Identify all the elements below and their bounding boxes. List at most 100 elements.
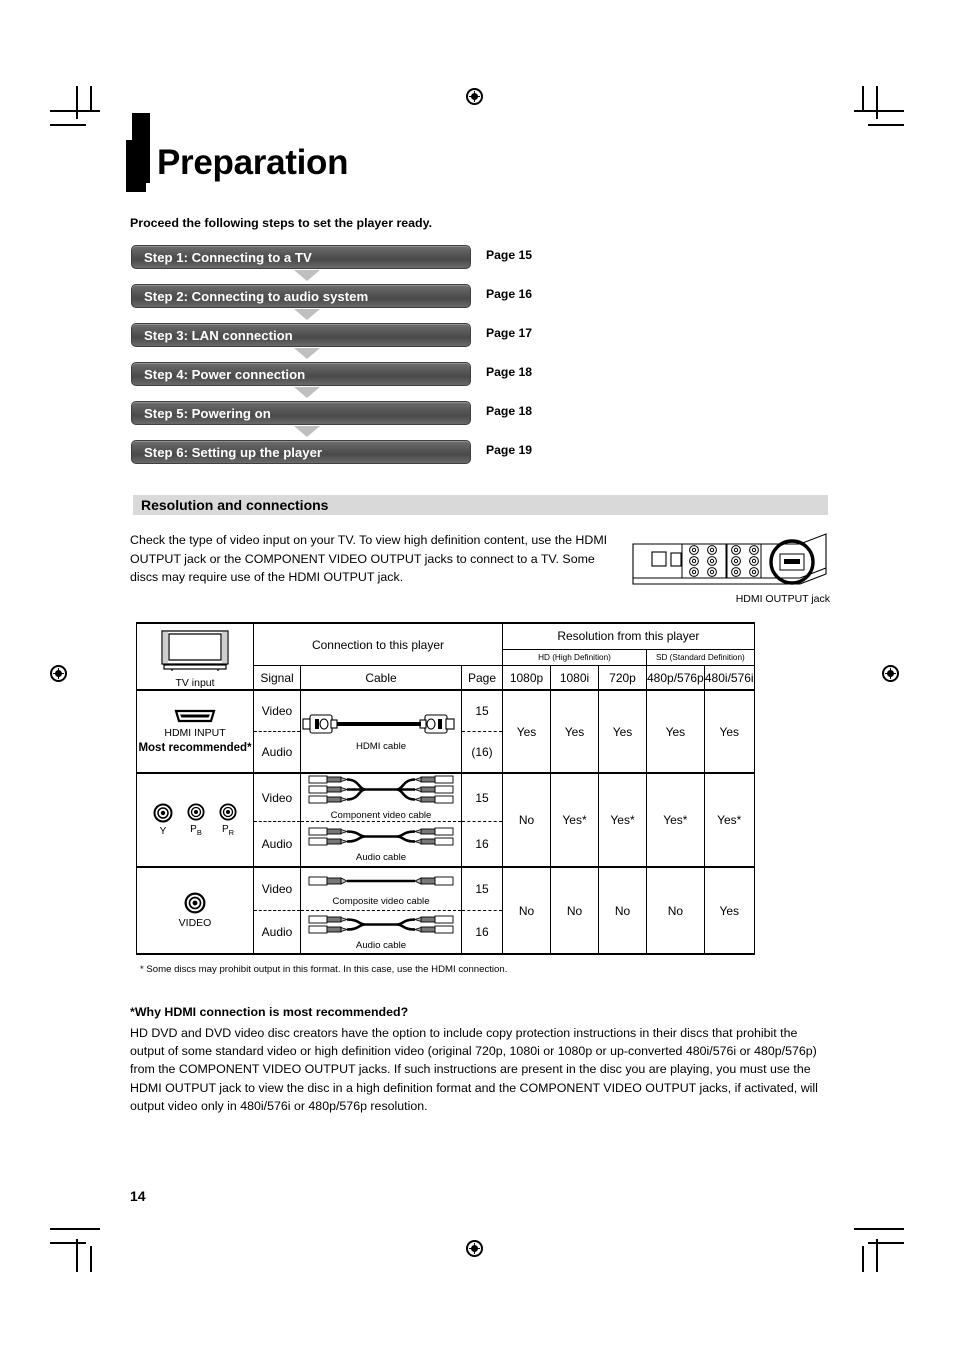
step-page-4: Page 18	[486, 365, 533, 379]
resolution-connection-table: TV input Connection to this player Resol…	[136, 621, 755, 955]
step-box-1[interactable]: Step 1: Connecting to a TV	[131, 245, 471, 269]
cell-res-480p576p: Yes*	[646, 772, 705, 868]
connection-group-header: Connection to this player	[253, 622, 503, 667]
page-number: 14	[130, 1188, 146, 1204]
rear-panel-figure	[630, 530, 830, 597]
step-box-5[interactable]: Step 5: Powering on	[131, 401, 471, 425]
cable-label-audio: Audio cable	[355, 851, 407, 863]
section-body-text: Check the type of video input on your TV…	[130, 533, 608, 584]
step-flow: Step 1: Connecting to a TV Page 15 Step …	[131, 245, 831, 479]
hdmi-cable-icon	[302, 714, 455, 734]
tv-input-label: TV input	[175, 677, 215, 689]
cell-res-480i576i: Yes	[703, 866, 755, 955]
cell-cable-component: Component video cable	[300, 772, 462, 822]
manual-page: Preparation Proceed the following steps …	[0, 0, 954, 1351]
step-box-4[interactable]: Step 4: Power connection	[131, 362, 471, 386]
cell-res-1080i: Yes	[550, 689, 599, 774]
col-header-1080i: 1080i	[550, 665, 599, 691]
jack-y: Y	[153, 803, 173, 837]
cell-signal-audio: Audio	[253, 821, 301, 868]
flow-arrow-icon	[294, 387, 320, 398]
flow-arrow-icon	[294, 426, 320, 437]
cell-page-audio: 16	[461, 821, 503, 868]
audio-cable-icon	[308, 915, 454, 933]
flow-arrow-icon	[294, 309, 320, 320]
step-page-5: Page 18	[486, 404, 533, 418]
col-header-page: Page	[461, 665, 503, 691]
cell-res-720p: Yes*	[598, 772, 647, 868]
step-row: Step 2: Connecting to audio system Page …	[131, 284, 831, 323]
row-component-input-cell: Y PB PR	[136, 772, 254, 868]
cell-page-audio: 16	[461, 910, 503, 955]
rca-jack-icon	[184, 892, 206, 914]
cell-signal-audio: Audio	[253, 910, 301, 955]
cell-res-1080i: No	[550, 866, 599, 955]
step-row: Step 6: Setting up the player Page 19	[131, 440, 831, 479]
cell-page-video: 15	[461, 772, 503, 822]
flow-arrow-icon	[294, 348, 320, 359]
jack-pr: PR	[219, 803, 237, 837]
table-row: HDMI INPUT Most recommended* Video HDMI …	[136, 689, 755, 774]
col-header-480i576i: 480i/576i	[703, 665, 755, 691]
row-hdmi-note: Most recommended*	[138, 742, 252, 754]
cell-res-480p576p: Yes	[646, 689, 705, 774]
step-row: Step 4: Power connection Page 18	[131, 362, 831, 401]
figure-caption: HDMI OUTPUT jack	[735, 593, 830, 605]
col-header-720p: 720p	[598, 665, 647, 691]
cell-page-video: 15	[461, 866, 503, 911]
step-page-6: Page 19	[486, 443, 533, 457]
component-jacks-icon: Y PB PR	[137, 803, 253, 837]
hdmi-port-icon	[174, 709, 216, 723]
cell-cable-audio: Audio cable	[300, 910, 462, 955]
flow-arrow-icon	[294, 270, 320, 281]
rca-jack-icon	[219, 803, 237, 821]
audio-cable-icon	[308, 827, 454, 845]
page-title-text: Preparation	[157, 143, 349, 182]
step-row: Step 3: LAN connection Page 17	[131, 323, 831, 362]
step-box-2[interactable]: Step 2: Connecting to audio system	[131, 284, 471, 308]
tv-icon	[161, 630, 229, 671]
cell-cable-composite: Composite video cable	[300, 866, 462, 911]
cell-signal-video: Video	[253, 689, 301, 732]
cable-label-composite: Composite video cable	[332, 895, 430, 907]
jack-pb: PB	[187, 803, 205, 837]
jack-label-pb: PB	[190, 824, 202, 837]
step-page-3: Page 17	[486, 326, 533, 340]
col-header-480p576p: 480p/576p	[646, 665, 705, 691]
col-header-cable: Cable	[300, 665, 462, 691]
table-footnote: * Some discs may prohibit output in this…	[140, 964, 508, 975]
cell-page-video: 15	[461, 689, 503, 732]
table-row: Y PB PR Video Component video cable 15 N…	[136, 772, 755, 868]
row-hdmi-input-cell: HDMI INPUT Most recommended*	[136, 689, 254, 774]
col-header-1080p: 1080p	[502, 665, 551, 691]
cell-signal-video: Video	[253, 866, 301, 911]
row-composite-input-cell: VIDEO	[136, 866, 254, 955]
cable-label-component: Component video cable	[330, 810, 432, 821]
tv-input-header-cell: TV input	[136, 622, 254, 691]
step-box-3[interactable]: Step 3: LAN connection	[131, 323, 471, 347]
title-accent-bar	[126, 140, 146, 192]
step-page-1: Page 15	[486, 248, 533, 262]
step-box-6[interactable]: Step 6: Setting up the player	[131, 440, 471, 464]
page-title: Preparation	[126, 140, 349, 192]
faq-answer: HD DVD and DVD video disc creators have …	[130, 1026, 818, 1113]
rca-jack-icon	[187, 803, 205, 821]
table-row: VIDEO Video Composite video cable 15 No	[136, 866, 755, 955]
rca-jack-icon	[153, 803, 173, 823]
cell-res-720p: Yes	[598, 689, 647, 774]
row-hdmi-label: HDMI INPUT	[164, 727, 226, 739]
cell-cable-audio: Audio cable	[300, 821, 462, 868]
step-row: Step 1: Connecting to a TV Page 15	[131, 245, 831, 284]
cell-signal-audio: Audio	[253, 731, 301, 774]
table-header-row-1: TV input Connection to this player Resol…	[136, 621, 755, 691]
jack-label-pr: PR	[221, 824, 235, 837]
cell-res-1080p: No	[502, 866, 551, 955]
cell-signal-video: Video	[253, 772, 301, 822]
resolution-group-header: Resolution from this player	[502, 621, 755, 650]
cell-res-1080p: Yes	[502, 689, 551, 774]
cell-res-1080p: No	[502, 772, 551, 868]
step-page-2: Page 16	[486, 287, 533, 301]
section-heading: Resolution and connections	[133, 495, 828, 515]
cell-res-480i576i: Yes	[703, 689, 755, 774]
jack-label-y: Y	[159, 826, 167, 837]
